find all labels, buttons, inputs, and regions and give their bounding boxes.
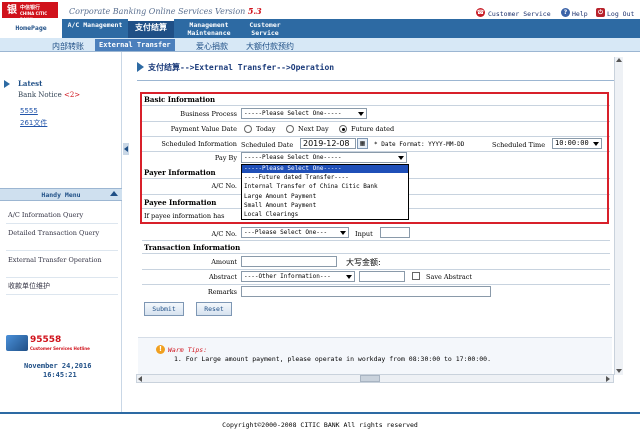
amount-in-words-label: 大写金额: (346, 258, 381, 267)
input-label: Input (355, 230, 373, 238)
customer-service-link[interactable]: Customer Service (488, 10, 551, 18)
amount-input[interactable] (241, 256, 337, 267)
dropdown-option[interactable]: Small Amount Payment (242, 202, 408, 210)
logo-icon: 银 (7, 5, 17, 16)
dropdown-option[interactable]: Large Amount Payment (242, 193, 408, 201)
dropdown-option[interactable]: -----Please Select One----- (242, 165, 408, 173)
tab-ac-management[interactable]: A/C Management (64, 19, 126, 38)
handy-menu-header[interactable]: Handy Menu (0, 188, 122, 201)
section-transaction-info: Transaction Information (144, 243, 241, 252)
app-version: 5.3 (247, 6, 262, 16)
vertical-scrollbar[interactable] (614, 57, 623, 375)
menu-divider (6, 250, 118, 251)
dropdown-option[interactable]: ----Future dated Transfer---- (242, 174, 408, 182)
warning-icon: ! (156, 345, 165, 354)
breadcrumb-arrow-icon (137, 62, 144, 72)
abstract-input[interactable] (359, 271, 405, 282)
subnav-external-transfer[interactable]: External Transfer (95, 39, 175, 51)
remarks-label: Remarks (207, 288, 237, 296)
save-abstract-checkbox[interactable] (412, 272, 420, 280)
payee-ac-input[interactable] (380, 227, 410, 238)
notice-count: <2> (63, 91, 81, 99)
tab-payment-settlement[interactable]: 支付结算 (128, 19, 174, 38)
dropdown-option[interactable]: Local Clearings (242, 211, 408, 219)
logout-icon[interactable]: ⏻ (596, 8, 605, 17)
help-link[interactable]: Help (572, 10, 588, 18)
copyright-footer: Copyright©2000-2008 CITIC BANK All right… (222, 421, 418, 429)
scroll-up-icon[interactable] (616, 58, 622, 62)
scroll-thumb[interactable] (360, 375, 380, 382)
menu-item-external-transfer[interactable]: External Transfer Operation (8, 256, 118, 265)
logout-link[interactable]: Log Out (607, 10, 634, 18)
menu-item-ac-query[interactable]: A/C Information Query (8, 211, 118, 220)
warm-tips-line: 1. For Large amount payment, please oper… (174, 355, 491, 363)
menu-divider (6, 277, 118, 278)
payee-ac-select[interactable]: ---Please Select One--- (241, 227, 349, 238)
help-icon[interactable]: ? (561, 8, 570, 17)
menu-divider (6, 294, 118, 295)
tab-homepage[interactable]: HomePage (0, 19, 62, 38)
abstract-label: Abstract (208, 273, 237, 281)
reset-button[interactable]: Reset (196, 302, 232, 316)
bank-notice-label[interactable]: Bank Notice <2> (18, 91, 80, 99)
scroll-left-icon[interactable] (138, 376, 142, 382)
dropdown-option[interactable]: Internal Transfer of China Citic Bank (242, 183, 408, 191)
footer-divider (0, 412, 640, 414)
subnav-charity-donation[interactable]: 爱心捐款 (196, 41, 228, 52)
collapse-left-icon[interactable] (124, 146, 128, 152)
subnav-internal-transfer[interactable]: 内部转账 (52, 41, 84, 52)
save-abstract-label: Save Abstract (426, 273, 472, 281)
notice-link-2[interactable]: 261文件 (20, 118, 47, 128)
abstract-select[interactable]: ----Other Information--- (241, 271, 355, 282)
notice-link-1[interactable]: 5555 (20, 107, 38, 115)
hotline-icon (6, 335, 28, 351)
hotline-label: Customer Services Hotline (30, 346, 90, 351)
menu-divider (6, 223, 118, 224)
chevron-down-icon (346, 275, 352, 279)
breadcrumb: 支付结算-->External Transfer-->Operation (148, 63, 335, 72)
menu-item-transaction-query[interactable]: Detailed Transaction Query (8, 229, 118, 238)
scroll-down-icon[interactable] (616, 369, 622, 373)
latest-title: Latest (18, 79, 43, 88)
current-date: November 24,2016 (24, 362, 92, 370)
payee-ac-label: A/C No. (211, 230, 237, 238)
scroll-right-icon[interactable] (606, 376, 610, 382)
remarks-input[interactable] (241, 286, 491, 297)
chevron-down-icon (340, 231, 346, 235)
latest-arrow-icon (4, 80, 10, 88)
menu-item-payee-maintenance[interactable]: 收款单位维护 (8, 282, 118, 291)
warm-tips-title: Warm Tips: (168, 346, 208, 354)
phone-icon[interactable]: ☎ (476, 8, 485, 17)
hotline-number: 95558 (30, 335, 62, 345)
bank-logo: 银 中信银行 CHINA CITIC BANK (2, 2, 58, 22)
subnav-large-payment-booking[interactable]: 大额付款预约 (246, 41, 294, 52)
current-time: 16:45:21 (43, 371, 77, 379)
tab-customer-service[interactable]: Customer Service (240, 19, 290, 38)
amount-label: Amount (211, 258, 237, 266)
app-title: Corporate Banking Online Services Versio… (69, 6, 262, 16)
tab-management-maintenance[interactable]: Management Maintenance (178, 19, 240, 38)
submit-button[interactable]: Submit (144, 302, 184, 316)
collapse-icon[interactable] (110, 191, 118, 196)
content-divider (137, 80, 615, 81)
